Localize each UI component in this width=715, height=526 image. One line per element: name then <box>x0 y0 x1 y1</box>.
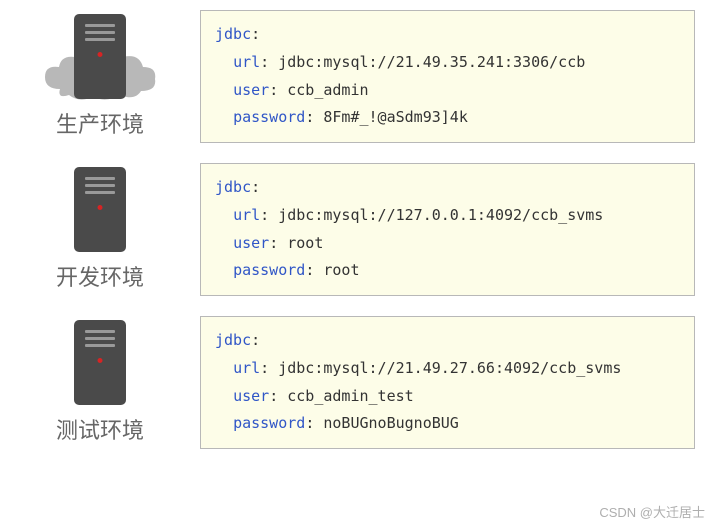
env-label: 生产环境 <box>56 107 144 139</box>
server-wrap <box>74 320 126 405</box>
key-url: url <box>233 359 260 377</box>
key-jdbc: jdbc <box>215 178 251 196</box>
server-icon <box>74 167 126 252</box>
key-user: user <box>233 81 269 99</box>
env-row-production: 生产环境 jdbc: url: jdbc:mysql://21.49.35.24… <box>0 10 715 143</box>
key-user: user <box>233 387 269 405</box>
server-led-icon <box>98 358 103 363</box>
val-password: 8Fm#_!@aSdm93]4k <box>323 108 468 126</box>
key-jdbc: jdbc <box>215 331 251 349</box>
key-jdbc: jdbc <box>215 25 251 43</box>
val-user: ccb_admin_test <box>287 387 413 405</box>
env-row-test: 测试环境 jdbc: url: jdbc:mysql://21.49.27.66… <box>0 316 715 449</box>
env-illustration: 开发环境 <box>0 167 200 292</box>
env-illustration: 测试环境 <box>0 320 200 445</box>
key-password: password <box>233 108 305 126</box>
server-with-cloud <box>74 14 126 99</box>
watermark: CSDN @大迁居士 <box>599 502 705 521</box>
config-block-production: jdbc: url: jdbc:mysql://21.49.35.241:330… <box>200 10 695 143</box>
val-password: root <box>323 261 359 279</box>
val-url: jdbc:mysql://21.49.27.66:4092/ccb_svms <box>278 359 621 377</box>
val-url: jdbc:mysql://127.0.0.1:4092/ccb_svms <box>278 206 603 224</box>
config-block-development: jdbc: url: jdbc:mysql://127.0.0.1:4092/c… <box>200 163 695 296</box>
key-url: url <box>233 53 260 71</box>
key-password: password <box>233 414 305 432</box>
server-icon <box>74 14 126 99</box>
env-row-development: 开发环境 jdbc: url: jdbc:mysql://127.0.0.1:4… <box>0 163 715 296</box>
val-user: root <box>287 234 323 252</box>
key-url: url <box>233 206 260 224</box>
key-user: user <box>233 234 269 252</box>
key-password: password <box>233 261 305 279</box>
val-user: ccb_admin <box>287 81 368 99</box>
env-label: 开发环境 <box>56 260 144 292</box>
env-illustration: 生产环境 <box>0 14 200 139</box>
config-block-test: jdbc: url: jdbc:mysql://21.49.27.66:4092… <box>200 316 695 449</box>
server-led-icon <box>98 52 103 57</box>
val-password: noBUGnoBugnoBUG <box>323 414 458 432</box>
env-label: 测试环境 <box>56 413 144 445</box>
server-led-icon <box>98 205 103 210</box>
server-wrap <box>74 167 126 252</box>
val-url: jdbc:mysql://21.49.35.241:3306/ccb <box>278 53 585 71</box>
server-icon <box>74 320 126 405</box>
